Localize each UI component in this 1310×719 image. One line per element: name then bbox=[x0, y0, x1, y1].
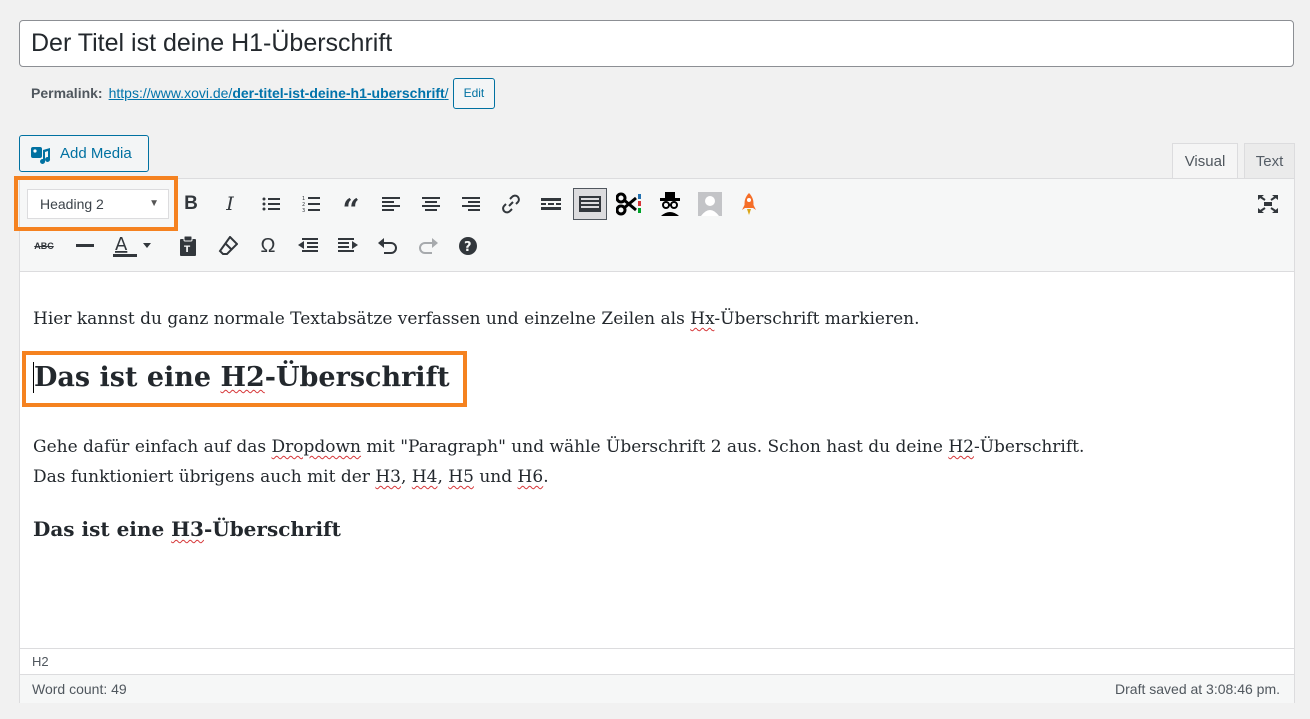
draft-status: Draft saved at 3:08:46 pm. bbox=[1115, 681, 1280, 697]
bold-icon[interactable]: B bbox=[176, 189, 206, 219]
rocket-plugin-icon[interactable] bbox=[734, 189, 764, 219]
align-center-icon[interactable] bbox=[416, 189, 446, 219]
text-color-icon[interactable]: A bbox=[109, 231, 153, 261]
avatar-plugin-icon[interactable] bbox=[695, 189, 725, 219]
element-path[interactable]: H2 bbox=[20, 648, 1294, 674]
svg-text:?: ? bbox=[464, 240, 472, 255]
svg-text:A: A bbox=[115, 234, 128, 255]
permalink-row: Permalink: https://www.xovi.de/der-titel… bbox=[31, 77, 496, 109]
align-right-icon[interactable] bbox=[456, 189, 486, 219]
spy-plugin-icon[interactable] bbox=[655, 189, 685, 219]
fullscreen-icon[interactable] bbox=[1253, 189, 1283, 219]
help-icon[interactable]: ? bbox=[453, 231, 483, 261]
special-character-icon[interactable]: Ω bbox=[253, 231, 283, 261]
link-icon[interactable] bbox=[496, 189, 526, 219]
add-media-button[interactable]: Add Media bbox=[19, 135, 149, 172]
status-bar: Word count: 49 Draft saved at 3:08:46 pm… bbox=[20, 674, 1294, 703]
toolbar-toggle-icon[interactable] bbox=[573, 188, 607, 220]
media-icon bbox=[31, 146, 51, 164]
heading-2: Das ist eine H2-Überschrift bbox=[33, 362, 450, 393]
redo-icon[interactable] bbox=[413, 231, 443, 261]
clear-formatting-icon[interactable] bbox=[213, 231, 243, 261]
tab-text[interactable]: Text bbox=[1244, 143, 1295, 179]
svg-text:3: 3 bbox=[302, 208, 305, 213]
align-left-icon[interactable] bbox=[376, 189, 406, 219]
read-more-icon[interactable] bbox=[536, 189, 566, 219]
heading-3: Das ist eine H3-Überschrift bbox=[33, 517, 341, 541]
tab-visual[interactable]: Visual bbox=[1172, 143, 1238, 179]
svg-text:T: T bbox=[184, 245, 191, 255]
numbered-list-icon[interactable]: 123 bbox=[296, 189, 326, 219]
paragraph: Hier kannst du ganz normale Textabsätze … bbox=[33, 309, 920, 329]
permalink-edit-button[interactable]: Edit bbox=[452, 77, 496, 109]
paragraph: Gehe dafür einfach auf das Dropdown mit … bbox=[33, 437, 1085, 487]
scissors-plugin-icon[interactable] bbox=[614, 189, 644, 219]
add-media-label: Add Media bbox=[60, 145, 132, 162]
indent-icon[interactable] bbox=[333, 231, 363, 261]
word-count: Word count: 49 bbox=[32, 681, 127, 697]
outdent-icon[interactable] bbox=[293, 231, 323, 261]
undo-icon[interactable] bbox=[373, 231, 403, 261]
chevron-down-icon: ▼ bbox=[149, 198, 159, 209]
bulleted-list-icon[interactable] bbox=[256, 189, 286, 219]
horizontal-line-icon[interactable] bbox=[70, 231, 100, 261]
strikethrough-icon[interactable]: ABC bbox=[29, 231, 59, 261]
paste-text-icon[interactable]: T bbox=[173, 231, 203, 261]
permalink-label: Permalink: bbox=[31, 85, 103, 101]
editor-toolbar: Heading 2 ▼ B I 123 “ ABC A T Ω ? bbox=[20, 179, 1294, 272]
italic-icon[interactable]: I bbox=[215, 189, 245, 219]
editor: Heading 2 ▼ B I 123 “ ABC A T Ω ? Hier k… bbox=[19, 178, 1295, 703]
blockquote-icon[interactable]: “ bbox=[336, 189, 366, 228]
post-title-input[interactable]: Der Titel ist deine H1-Überschrift bbox=[19, 20, 1294, 67]
format-select[interactable]: Heading 2 ▼ bbox=[27, 189, 169, 219]
permalink-link[interactable]: https://www.xovi.de/der-titel-ist-deine-… bbox=[109, 85, 449, 101]
format-select-value: Heading 2 bbox=[40, 196, 104, 212]
